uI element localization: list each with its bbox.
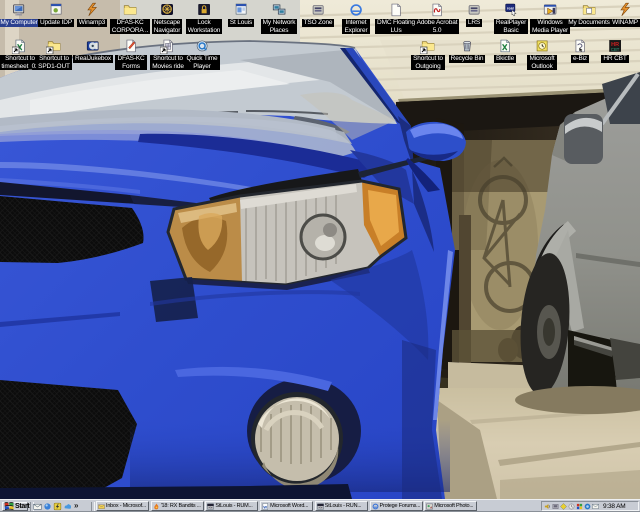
svg-text:KM: KM	[209, 505, 213, 509]
svg-text:KM: KM	[318, 505, 322, 509]
svg-text:W: W	[264, 504, 268, 509]
